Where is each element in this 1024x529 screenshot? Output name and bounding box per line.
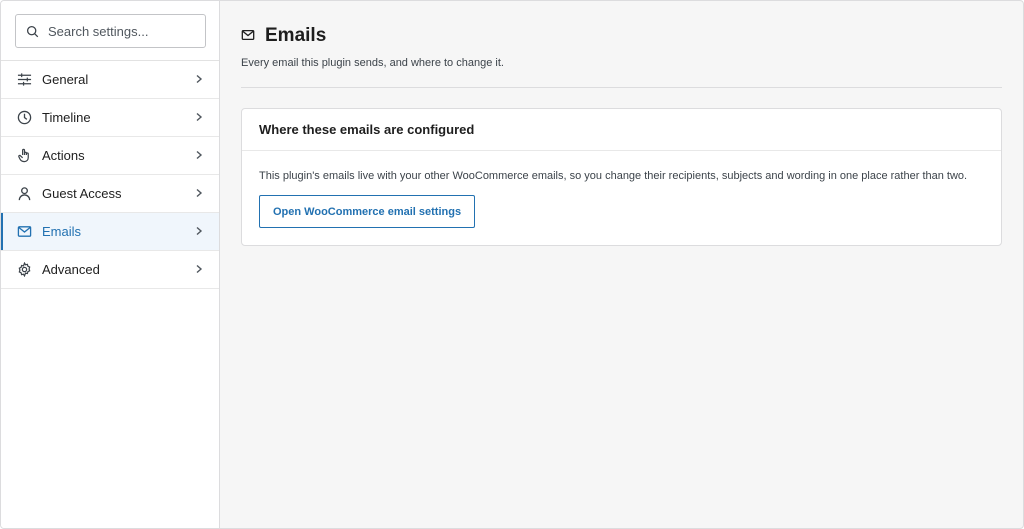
envelope-icon bbox=[16, 224, 32, 240]
chevron-right-icon bbox=[194, 186, 204, 201]
page-title: Emails bbox=[265, 25, 327, 46]
sidebar-item-label: General bbox=[42, 72, 89, 87]
sidebar-item-label: Actions bbox=[42, 148, 85, 163]
card-body: This plugin's emails live with your othe… bbox=[242, 151, 1001, 245]
sidebar-item-label: Timeline bbox=[42, 110, 91, 125]
search-input[interactable] bbox=[48, 23, 198, 39]
search-box[interactable] bbox=[15, 14, 206, 48]
card-title: Where these emails are configured bbox=[259, 122, 475, 137]
page-subtitle: Every email this plugin sends, and where… bbox=[241, 57, 504, 69]
search-wrap bbox=[1, 1, 219, 61]
sidebar-item-label: Advanced bbox=[42, 262, 100, 277]
sidebar-item-label: Emails bbox=[42, 224, 82, 239]
person-icon bbox=[16, 186, 32, 202]
sidebar: General Timeline Actions bbox=[1, 1, 220, 528]
sidebar-item-emails[interactable]: Emails bbox=[1, 213, 219, 251]
search-icon bbox=[26, 25, 39, 37]
sidebar-item-label: Guest Access bbox=[42, 186, 122, 201]
gear-icon bbox=[16, 262, 32, 278]
sidebar-item-actions[interactable]: Actions bbox=[1, 137, 219, 175]
open-woocommerce-email-settings-button[interactable]: Open WooCommerce email settings bbox=[259, 195, 476, 228]
email-config-card: Where these emails are configured This p… bbox=[241, 108, 1002, 246]
main-content: Emails Every email this plugin sends, an… bbox=[220, 1, 1023, 528]
sidebar-nav: General Timeline Actions Guest Access Em… bbox=[1, 61, 219, 289]
sidebar-item-guest-access[interactable]: Guest Access bbox=[1, 175, 219, 213]
chevron-right-icon bbox=[194, 110, 204, 125]
clock-icon bbox=[16, 110, 32, 126]
settings-window: General Timeline Actions bbox=[0, 0, 1024, 529]
chevron-right-icon bbox=[194, 262, 204, 277]
chevron-right-icon bbox=[194, 224, 204, 239]
divider bbox=[241, 87, 1002, 88]
sidebar-item-advanced[interactable]: Advanced bbox=[1, 251, 219, 289]
sidebar-item-general[interactable]: General bbox=[1, 61, 219, 99]
card-description: This plugin's emails live with your othe… bbox=[259, 170, 968, 182]
chevron-right-icon bbox=[194, 72, 204, 87]
sliders-icon bbox=[16, 72, 32, 88]
card-header: Where these emails are configured bbox=[242, 109, 1001, 151]
page-header: Emails bbox=[241, 25, 1002, 47]
hand-pointer-icon bbox=[16, 148, 32, 164]
envelope-icon bbox=[241, 28, 255, 45]
sidebar-item-timeline[interactable]: Timeline bbox=[1, 99, 219, 137]
chevron-right-icon bbox=[194, 148, 204, 163]
